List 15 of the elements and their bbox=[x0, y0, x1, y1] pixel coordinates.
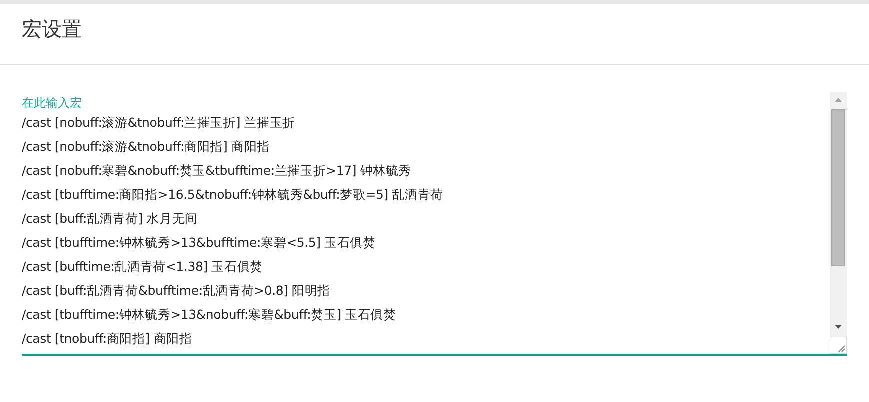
resize-grip-icon[interactable] bbox=[830, 337, 847, 354]
page-title: 宏设置 bbox=[22, 16, 83, 42]
macro-line: /cast [tbufftime:钟林毓秀>13&nobuff:寒碧&buff:焚玉] 玉石俱焚 bbox=[22, 306, 398, 324]
macro-line: /cast [nobuff:寒碧&nobuff:焚玉&tbufftime:兰摧玉折>17] 钟林毓秀 bbox=[22, 162, 413, 180]
macro-line: /cast [buff:乱洒青荷&bufftime:乱洒青荷>0.8] 阳明指 bbox=[22, 282, 332, 300]
macro-line: /cast [bufftime:乱洒青荷<1.38] 玉石俱焚 bbox=[22, 258, 264, 276]
macro-line: /cast [tnobuff:商阳指] 商阳指 bbox=[22, 330, 194, 348]
macro-text-field[interactable] bbox=[22, 92, 847, 356]
macro-line: /cast [tbufftime:商阳指>16.5&tnobuff:钟林毓秀&buff:梦歌=5] 乱洒青荷 bbox=[22, 186, 444, 204]
macro-line: /cast [tbufftime:钟林毓秀>13&bufftime:寒碧<5.5] 玉石俱焚 bbox=[22, 234, 377, 252]
scrollbar-drawing[interactable] bbox=[830, 92, 847, 337]
macro-line: /cast [buff:乱洒青荷] 水月无间 bbox=[22, 210, 199, 228]
field-label: 在此输入宏 bbox=[22, 96, 83, 110]
macro-line: /cast [nobuff:滚游&tnobuff:兰摧玉折] 兰摧玉折 bbox=[22, 114, 296, 132]
macro-line: /cast [nobuff:滚游&tnobuff:商阳指] 商阳指 bbox=[22, 138, 271, 156]
